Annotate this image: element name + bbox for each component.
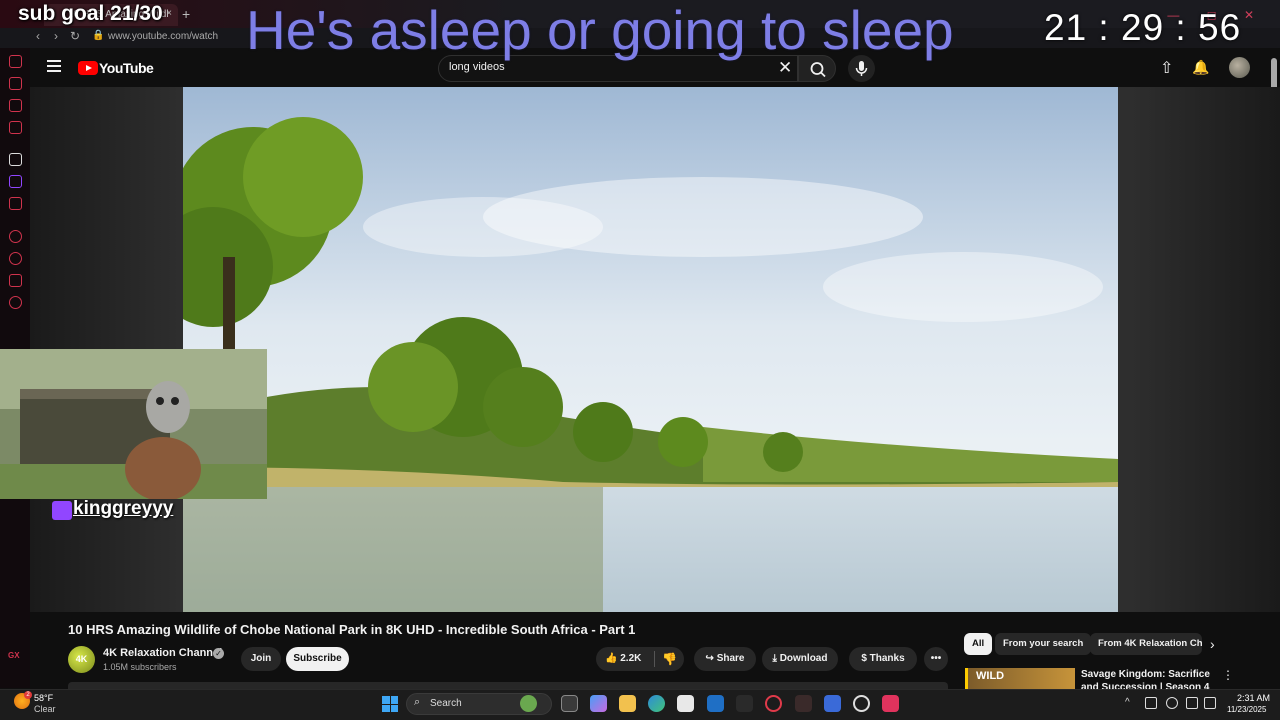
sidebar-record-icon[interactable]: [9, 197, 22, 210]
taskbar-time[interactable]: 2:31 AM: [1237, 693, 1270, 703]
video-frame-river-landscape: [183, 87, 1118, 612]
join-button[interactable]: Join: [241, 647, 281, 671]
download-button[interactable]: ⤓ Download: [762, 647, 838, 671]
download-label: Download: [779, 653, 828, 664]
sidebar-play-icon[interactable]: [9, 230, 22, 243]
network-icon[interactable]: [1186, 697, 1198, 709]
stream-clock: 21 : 29 : 56: [1044, 7, 1242, 48]
edge-icon[interactable]: [648, 695, 665, 712]
tiktok-icon[interactable]: [882, 695, 899, 712]
share-button[interactable]: ↪ Share: [694, 647, 756, 671]
outlook-icon[interactable]: [707, 695, 724, 712]
chip-all[interactable]: All: [964, 633, 993, 655]
sidebar-chat-icon[interactable]: [9, 99, 22, 112]
new-tab-button[interactable]: +: [182, 6, 190, 22]
like-count: 2.2K: [620, 653, 642, 664]
sidebar-aria-icon[interactable]: [9, 153, 22, 166]
sidebar-clock-icon[interactable]: [9, 252, 22, 265]
taskbar-search-label[interactable]: Search: [430, 698, 462, 709]
sync-icon[interactable]: [1145, 697, 1157, 709]
like-divider: [654, 651, 655, 667]
download-icon: ⤓: [772, 653, 780, 664]
tray-overflow-icon[interactable]: ^: [1125, 697, 1130, 708]
chip-from-channel[interactable]: From 4K Relaxation Channel: [1090, 633, 1202, 655]
sidebar-twitch-icon[interactable]: [9, 175, 22, 188]
sidebar-bag-icon[interactable]: [9, 77, 22, 90]
weather-condition[interactable]: Clear: [34, 704, 56, 714]
sidebar-history-icon[interactable]: [9, 55, 22, 68]
webcam-overlay: [0, 349, 267, 499]
taskbar-app-blue-icon[interactable]: [824, 695, 841, 712]
lock-icon: 🔒: [92, 30, 105, 41]
taskbar-search-icon: ⌕: [414, 696, 421, 708]
url-field[interactable]: www.youtube.com/watch: [108, 31, 218, 42]
back-icon[interactable]: ‹: [36, 29, 40, 43]
recommended-badge: WILD: [976, 670, 1005, 682]
weather-temperature[interactable]: 58°F: [34, 693, 53, 703]
like-button[interactable]: 👍 2.2K 👎: [596, 647, 684, 671]
weather-badge: 2: [24, 691, 32, 699]
task-view-icon[interactable]: [561, 695, 578, 712]
video-title: 10 HRS Amazing Wildlife of Chobe Nationa…: [68, 622, 636, 637]
taskbar-app-icon[interactable]: [736, 695, 753, 712]
notifications-bell-icon[interactable]: 🔔: [1192, 59, 1209, 76]
sub-goal-overlay: sub goal 21/30: [18, 2, 163, 25]
menu-icon[interactable]: [47, 60, 61, 72]
twitch-logo-icon: [52, 501, 72, 520]
stream-headline: He's asleep or going to sleep: [246, 0, 954, 61]
volume-icon[interactable]: [1204, 697, 1216, 709]
share-icon: ↪: [705, 653, 717, 664]
sidebar-box-icon[interactable]: [9, 274, 22, 287]
channel-avatar[interactable]: 4K: [68, 646, 95, 673]
gx-label: GX: [8, 651, 20, 660]
subscribe-button[interactable]: Subscribe: [286, 647, 349, 671]
forward-icon[interactable]: ›: [54, 29, 58, 43]
taskbar-widget-icon[interactable]: [520, 695, 537, 712]
file-explorer-icon[interactable]: [619, 695, 636, 712]
account-avatar[interactable]: [1229, 57, 1250, 78]
windows-taskbar: [0, 689, 1280, 720]
more-actions-button[interactable]: •••: [924, 647, 948, 671]
taskbar-tf-icon[interactable]: [795, 695, 812, 712]
thumbs-down-icon[interactable]: 👎: [662, 647, 677, 671]
taskbar-date[interactable]: 11/23/2025: [1227, 705, 1266, 714]
opera-gx-icon[interactable]: [765, 695, 782, 712]
youtube-logo-text[interactable]: YouTube: [99, 60, 154, 76]
webcam-character-image: [0, 349, 267, 499]
sidebar-player-icon[interactable]: [9, 121, 22, 134]
video-player[interactable]: [183, 87, 1118, 612]
obs-icon[interactable]: [853, 695, 870, 712]
verified-badge-icon: ✓: [213, 648, 224, 659]
twitch-username: kinggreyyy: [73, 498, 174, 519]
create-upload-icon[interactable]: ⇧: [1160, 58, 1173, 78]
store-icon[interactable]: [677, 695, 694, 712]
recommended-more-icon[interactable]: ⋮: [1222, 668, 1234, 682]
thanks-label: Thanks: [869, 653, 905, 664]
chevron-right-icon[interactable]: ›: [1210, 636, 1215, 652]
microphone-tray-icon[interactable]: [1166, 697, 1178, 709]
subscriber-count: 1.05M subscribers: [103, 662, 177, 672]
sidebar-settings-icon[interactable]: [9, 296, 22, 309]
share-label: Share: [716, 653, 745, 664]
copilot-icon[interactable]: [590, 695, 607, 712]
thanks-icon: $: [861, 653, 870, 664]
thanks-button[interactable]: $ Thanks: [849, 647, 917, 671]
reload-icon[interactable]: ↻: [70, 29, 80, 43]
chip-from-your-search[interactable]: From your search: [995, 633, 1092, 655]
tab-close-icon[interactable]: ×: [166, 8, 172, 19]
thumbs-up-icon: 👍: [605, 653, 618, 664]
youtube-logo-icon[interactable]: [78, 61, 98, 75]
windows-start-icon[interactable]: [382, 696, 398, 712]
channel-name[interactable]: 4K Relaxation Channel: [103, 647, 222, 659]
search-input-value[interactable]: long videos: [449, 61, 505, 73]
